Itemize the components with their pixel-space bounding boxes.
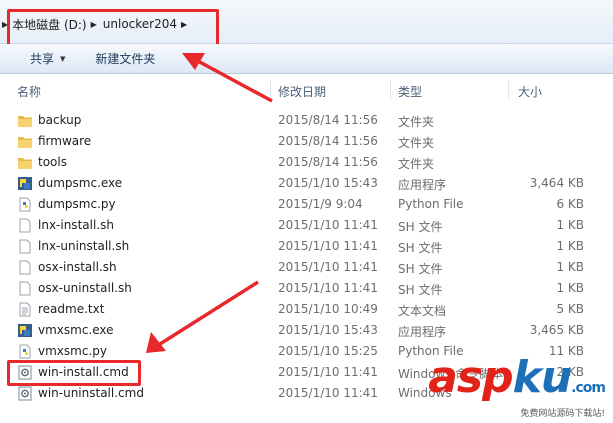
file-row[interactable]: vmxsmc.exe 2015/1/10 15:43 应用程序 3,465 KB — [0, 320, 613, 341]
file-name: lnx-install.sh — [38, 218, 114, 232]
python-exe-icon — [18, 177, 32, 190]
file-size: 5 KB — [556, 302, 584, 316]
column-header-modified[interactable]: 修改日期 — [278, 83, 326, 100]
file-modified: 2015/1/10 11:41 — [278, 218, 378, 232]
file-modified: 2015/8/14 11:56 — [278, 113, 378, 127]
python-file-icon — [19, 344, 31, 359]
file-row[interactable]: lnx-uninstall.sh 2015/1/10 11:41 SH 文件 1… — [0, 236, 613, 257]
file-modified: 2015/1/10 10:49 — [278, 302, 378, 316]
file-modified: 2015/1/10 15:43 — [278, 176, 378, 190]
file-modified: 2015/1/9 9:04 — [278, 197, 363, 211]
file-name: backup — [38, 113, 82, 127]
file-type: SH 文件 — [398, 220, 443, 234]
python-file-icon — [19, 197, 31, 212]
file-row[interactable]: dumpsmc.exe 2015/1/10 15:43 应用程序 3,464 K… — [0, 173, 613, 194]
file-row[interactable]: lnx-install.sh 2015/1/10 11:41 SH 文件 1 K… — [0, 215, 613, 236]
file-type: 应用程序 — [398, 325, 447, 339]
file-size: 1 KB — [556, 260, 584, 274]
file-type: 应用程序 — [398, 178, 447, 192]
column-header-row: 名称 修改日期 类型 大小 — [0, 78, 613, 102]
file-type: 文件夹 — [398, 157, 435, 171]
command-bar: 共享 ▼ 新建文件夹 — [0, 44, 613, 74]
column-header-type[interactable]: 类型 — [398, 83, 422, 100]
cmd-script-icon — [18, 386, 32, 401]
file-type: SH 文件 — [398, 262, 443, 276]
file-type: 文件夹 — [398, 115, 435, 129]
file-name: vmxsmc.exe — [38, 323, 114, 337]
file-name: firmware — [38, 134, 92, 148]
file-type: 文件夹 — [398, 136, 435, 150]
share-label: 共享 — [30, 52, 55, 66]
watermark-dotcom: .com — [571, 380, 606, 396]
file-row[interactable]: firmware 2015/8/14 11:56 文件夹 — [0, 131, 613, 152]
document-icon — [19, 218, 31, 233]
column-header-name[interactable]: 名称 — [17, 83, 41, 100]
share-button[interactable]: 共享 ▼ — [0, 44, 75, 74]
file-modified: 2015/1/10 15:25 — [278, 344, 378, 358]
document-icon — [19, 239, 31, 254]
file-row[interactable]: osx-install.sh 2015/1/10 11:41 SH 文件 1 K… — [0, 257, 613, 278]
folder-icon — [18, 137, 32, 148]
file-name: vmxsmc.py — [38, 344, 107, 358]
file-name: osx-install.sh — [38, 260, 117, 274]
file-modified: 2015/1/10 11:41 — [278, 365, 378, 379]
site-watermark: aspku.com 免费网站源码下载站! — [428, 356, 606, 420]
file-name: dumpsmc.exe — [38, 176, 123, 190]
file-row[interactable]: readme.txt 2015/1/10 10:49 文本文档 5 KB — [0, 299, 613, 320]
file-modified: 2015/1/10 11:41 — [278, 281, 378, 295]
document-icon — [19, 281, 31, 296]
file-size: 1 KB — [556, 281, 584, 295]
win-install-highlight-box — [7, 360, 141, 386]
file-row[interactable]: osx-uninstall.sh 2015/1/10 11:41 SH 文件 1… — [0, 278, 613, 299]
file-size: 3,464 KB — [529, 176, 584, 190]
file-type: SH 文件 — [398, 283, 443, 297]
file-size: 1 KB — [556, 239, 584, 253]
file-row[interactable]: backup 2015/8/14 11:56 文件夹 — [0, 110, 613, 131]
column-divider[interactable] — [390, 80, 391, 100]
file-name: osx-uninstall.sh — [38, 281, 132, 295]
file-name: tools — [38, 155, 67, 169]
new-folder-label: 新建文件夹 — [95, 52, 156, 66]
watermark-asp: asp — [428, 352, 513, 403]
file-modified: 2015/8/14 11:56 — [278, 134, 378, 148]
file-modified: 2015/1/10 11:41 — [278, 386, 378, 400]
column-divider[interactable] — [270, 80, 271, 100]
python-exe-icon — [18, 324, 32, 337]
file-type: Python File — [398, 197, 464, 211]
file-row[interactable]: tools 2015/8/14 11:56 文件夹 — [0, 152, 613, 173]
folder-icon — [18, 158, 32, 169]
file-modified: 2015/1/10 15:43 — [278, 323, 378, 337]
file-name: win-uninstall.cmd — [38, 386, 144, 400]
file-name: dumpsmc.py — [38, 197, 116, 211]
new-folder-button[interactable]: 新建文件夹 — [75, 44, 165, 74]
file-modified: 2015/1/10 11:41 — [278, 239, 378, 253]
file-type: SH 文件 — [398, 241, 443, 255]
column-divider[interactable] — [508, 80, 509, 100]
address-highlight-box — [7, 9, 219, 47]
document-icon — [19, 260, 31, 275]
file-name: readme.txt — [38, 302, 105, 316]
file-row[interactable]: dumpsmc.py 2015/1/9 9:04 Python File 6 K… — [0, 194, 613, 215]
dropdown-caret-icon: ▼ — [60, 54, 66, 63]
watermark-ku: ku — [512, 352, 573, 403]
file-size: 1 KB — [556, 218, 584, 232]
file-name: lnx-uninstall.sh — [38, 239, 130, 253]
folder-icon — [18, 116, 32, 127]
file-modified: 2015/8/14 11:56 — [278, 155, 378, 169]
file-modified: 2015/1/10 11:41 — [278, 260, 378, 274]
text-document-icon — [19, 302, 31, 317]
file-size: 6 KB — [556, 197, 584, 211]
file-type: 文本文档 — [398, 304, 447, 318]
column-header-size[interactable]: 大小 — [518, 83, 542, 100]
watermark-logo: aspku.com — [428, 356, 606, 410]
file-size: 3,465 KB — [529, 323, 584, 337]
